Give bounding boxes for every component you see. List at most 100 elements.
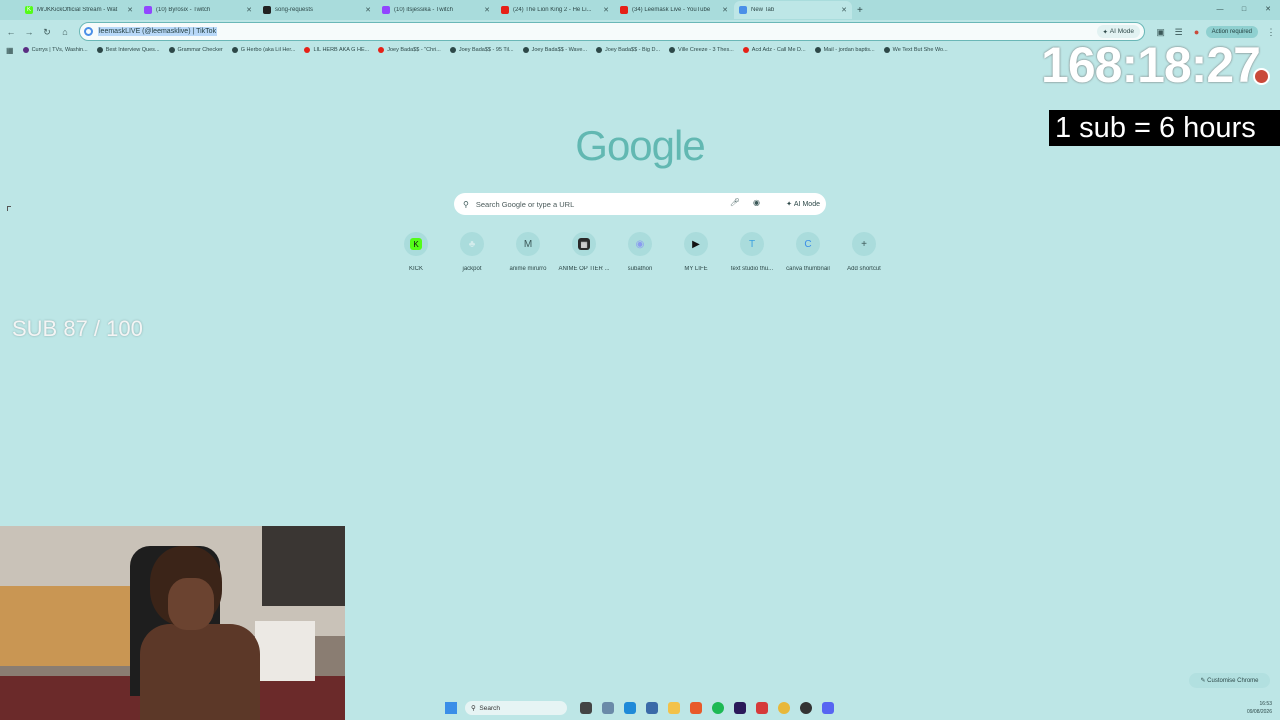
spotify-icon[interactable] (712, 702, 724, 714)
customise-chrome-button[interactable]: ✎ Customise Chrome (1189, 673, 1270, 688)
brave-icon[interactable] (690, 702, 702, 714)
premiere-icon[interactable] (734, 702, 746, 714)
bookmark-item[interactable]: Joey Bada$$ - Big D... (596, 47, 660, 53)
windows-start-icon[interactable] (445, 702, 457, 714)
shortcut-tile[interactable]: ♣ jackpot (444, 232, 500, 272)
sub-goal-counter: SUB 87 / 100 (12, 316, 143, 341)
apps-icon[interactable]: ▦ (6, 46, 14, 55)
obs-icon[interactable] (800, 702, 812, 714)
shortcut-tile[interactable]: Manime mirurro (500, 232, 556, 272)
play-icon: ▶ (684, 232, 708, 256)
shortcut-tile[interactable]: Ccanva thumbnail (780, 232, 836, 272)
maximize-button[interactable]: □ (1232, 0, 1256, 20)
shortcut-tile[interactable]: ◉ subathon (612, 232, 668, 272)
webcam-feed (0, 526, 345, 720)
chrome-icon[interactable] (778, 702, 790, 714)
browser-tab[interactable]: New Tab ✕ (734, 1, 852, 19)
browser-tab[interactable]: (10) itsjessika - Twitch ✕ (377, 1, 495, 19)
address-bar[interactable]: leemaskLIVE (@leemasklive) | TikTok ✦ AI… (79, 22, 1145, 41)
profile-avatar[interactable] (1253, 68, 1270, 85)
menu-icon[interactable]: ⋮ (1262, 27, 1280, 38)
bookmark-favicon-icon (304, 47, 311, 53)
shortcut-label: ANIME OP TIER ... (558, 266, 610, 272)
tab-close-icon[interactable]: ✕ (127, 6, 133, 14)
tab-close-icon[interactable]: ✕ (365, 6, 371, 14)
m-icon: M (516, 232, 540, 256)
lens-icon[interactable]: ◉ (753, 198, 760, 207)
task-view-icon[interactable] (580, 702, 592, 714)
bookmark-item[interactable]: Joey Bada$$ - Wave... (522, 47, 587, 53)
bookmark-label: Joey Bada$$ - "Chri... (387, 47, 441, 53)
store-icon[interactable] (646, 702, 658, 714)
shortcut-tile[interactable]: ▦ ANIME OP TIER ... (556, 232, 612, 272)
bookmark-item[interactable]: Joey Bada$$ - 95 Til... (449, 47, 514, 53)
bookmark-item[interactable]: Ville Creeze - 3 Thes... (669, 47, 734, 53)
minimize-button[interactable]: — (1208, 0, 1232, 20)
taskbar-search[interactable]: ⚲ Search (465, 701, 567, 715)
microphone-icon[interactable]: 🎤︎ (730, 198, 740, 207)
back-button[interactable]: ← (2, 27, 20, 37)
file-explorer-icon[interactable] (668, 702, 680, 714)
new-tab-button[interactable]: + (857, 5, 869, 16)
tier-icon: ▦ (572, 232, 596, 256)
discord-icon[interactable] (822, 702, 834, 714)
bookmark-item[interactable]: G Herbo (aka Lil Her... (231, 47, 295, 53)
search-icon: ⚲ (471, 705, 480, 712)
forward-button[interactable]: → (20, 27, 38, 37)
close-window-button[interactable]: ✕ (1256, 0, 1280, 20)
pencil-icon: ✎ (1200, 678, 1208, 684)
tab-close-icon[interactable]: ✕ (841, 6, 847, 14)
shortcut-label: Add shortcut (847, 266, 881, 272)
ai-mode-button[interactable]: ✦ AI Mode (786, 197, 820, 211)
bookmark-label: Acd Adz - Call Me D... (751, 47, 806, 53)
address-bar-text[interactable]: leemaskLIVE (@leemasklive) | TikTok (98, 27, 218, 36)
bookmark-item[interactable]: Grammar Checker (168, 47, 223, 53)
bookmark-list: Currys | TVs, Washin... Best Interview Qu… (22, 47, 957, 53)
tab-title: New Tab (751, 7, 775, 13)
shortcut-tile[interactable]: K KICK (388, 232, 444, 272)
browser-tab[interactable]: (34) Leemask Live - YouTube ✕ (615, 1, 733, 19)
settings-icon[interactable] (602, 702, 614, 714)
tab-close-icon[interactable]: ✕ (484, 6, 490, 14)
browser-tab[interactable]: (10) Byrosix - Twitch ✕ (139, 1, 257, 19)
bookmark-item[interactable]: Joey Bada$$ - "Chri... (378, 47, 441, 53)
customise-chrome-label: Customise Chrome (1207, 677, 1259, 684)
shortcut-tile[interactable]: Ttext studio thu... (724, 232, 780, 272)
bookmark-favicon-icon (669, 47, 676, 53)
tab-close-icon[interactable]: ✕ (603, 6, 609, 14)
search-icon: ⚲ (463, 199, 469, 209)
bookmark-label: We Text But She Wo... (892, 47, 948, 53)
tab-list: K MrJKKickOfficial Stream - Wat ✕ (10) Byro… (20, 1, 853, 19)
bookmark-item[interactable]: Currys | TVs, Washin... (22, 47, 88, 53)
tab-strip: K MrJKKickOfficial Stream - Wat ✕ (10) Byro… (0, 0, 1280, 20)
reload-button[interactable]: ↻ (38, 27, 56, 38)
bookmark-item[interactable]: LIL HERB AKA G HE... (304, 47, 369, 53)
clock-date: 09/08/2026 (1246, 709, 1272, 715)
tab-title: (34) Leemask Live - YouTube (632, 7, 711, 13)
bookmark-item[interactable]: Best Interview Ques... (96, 47, 160, 53)
bookmark-item[interactable]: Mail - jordan baptis... (814, 47, 875, 53)
omnibox-ai-mode-label: AI Mode (1109, 28, 1134, 35)
shortcut-label: text studio thu... (730, 266, 774, 272)
browser-tab[interactable]: song-requests ✕ (258, 1, 376, 19)
browser-tab[interactable]: (24) The Lion King 2 - He Li... ✕ (496, 1, 614, 19)
bookmark-item[interactable]: We Text But She Wo... (883, 47, 948, 53)
bookmark-label: Ville Creeze - 3 Thes... (678, 47, 734, 53)
edge-icon[interactable] (624, 702, 636, 714)
shortcut-tile[interactable]: + Add shortcut (836, 232, 892, 272)
shortcut-tile[interactable]: ▶ MY LIFE (668, 232, 724, 272)
app-red-icon[interactable] (756, 702, 768, 714)
bookmark-label: Mail - jordan baptis... (823, 47, 875, 53)
home-button[interactable]: ⌂ (56, 27, 74, 37)
search-input[interactable] (475, 199, 726, 209)
bookmark-favicon-icon (814, 47, 821, 53)
bookmark-favicon-icon (522, 47, 529, 53)
search-box[interactable]: ⚲ 🎤︎ ◉ ✦ AI Mode (454, 193, 826, 215)
tab-close-icon[interactable]: ✕ (722, 6, 728, 14)
taskbar-clock[interactable]: 16:53 09/08/2026 (1247, 700, 1272, 716)
sub-rate-banner: 1 sub = 6 hours (1049, 110, 1280, 146)
subathon-timer: 168:18:27 (1041, 37, 1261, 93)
bookmark-item[interactable]: Acd Adz - Call Me D... (742, 47, 806, 53)
tab-close-icon[interactable]: ✕ (246, 6, 252, 14)
browser-tab[interactable]: K MrJKKickOfficial Stream - Wat ✕ (20, 1, 138, 19)
